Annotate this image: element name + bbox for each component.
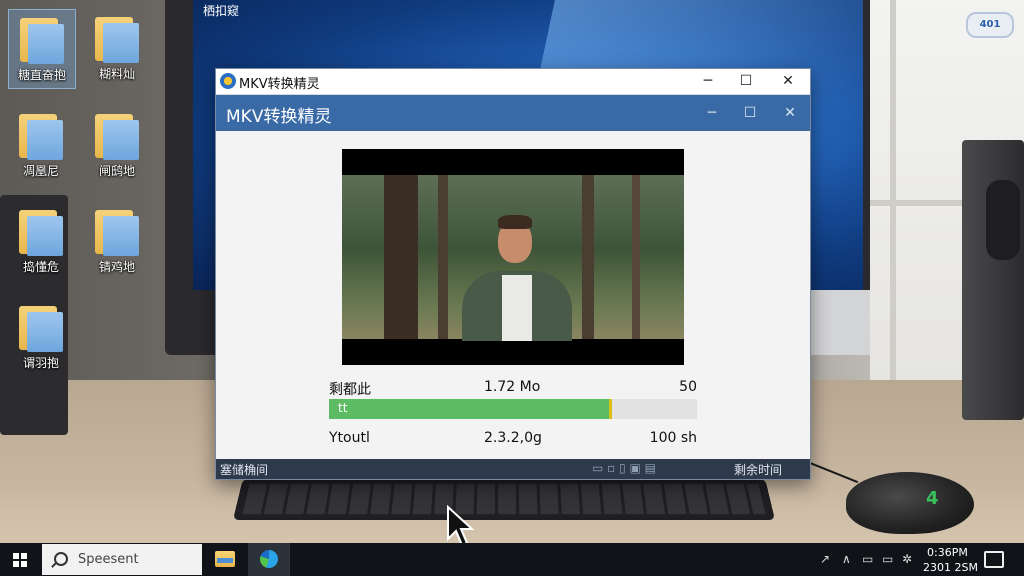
- search-placeholder: Speesent: [78, 552, 139, 567]
- clock-time[interactable]: 0:36PM: [927, 546, 968, 559]
- app-header-title: MKV转换精灵: [226, 107, 332, 127]
- progress-fill: [329, 399, 612, 419]
- pen-icon[interactable]: ↗: [820, 552, 830, 566]
- tray-badge[interactable]: 401: [966, 12, 1014, 38]
- battery-icon[interactable]: ▭: [882, 552, 893, 566]
- taskbar-edge[interactable]: [248, 543, 290, 576]
- folder-icon: [19, 206, 63, 256]
- status-bar: 塞储桷间 ▭ ▫ ▯ ▣ ▤ 剩余时间: [216, 459, 810, 479]
- remaining-time-label: 剩余时间: [733, 463, 782, 477]
- maximize-button[interactable]: ☐: [724, 69, 768, 94]
- window-title: MKV转换精灵: [239, 77, 320, 92]
- chevron-up-icon[interactable]: ∧: [842, 552, 851, 566]
- desktop-icon-label: 闸鸱地: [98, 164, 135, 178]
- gear-icon[interactable]: ✲: [902, 552, 912, 566]
- desktop-icon-label: 锖鸡地: [98, 260, 135, 274]
- output-label: Ytoutl: [329, 430, 370, 446]
- desktop-icon-6[interactable]: 锖鸡地: [84, 202, 150, 275]
- folder-icon: [19, 110, 63, 160]
- video-frame: [342, 175, 684, 341]
- app-window: MKV转换精灵 ─ ☐ ✕ MKV转换精灵 ─ ☐ ✕ 剩都此 1.72 Mo: [215, 68, 811, 480]
- desktop-icon-label: 捣懂危: [22, 260, 59, 274]
- time-value: 100 sh: [649, 430, 697, 446]
- app-header: MKV转换精灵 ─ ☐ ✕: [216, 95, 810, 131]
- keyboard: [232, 478, 776, 521]
- desktop-icon-label: 糖直奋抱: [17, 68, 66, 82]
- windows-logo-icon: [13, 553, 27, 567]
- conversion-progress-bar: tt: [329, 399, 697, 419]
- progress-label: tt: [338, 401, 348, 415]
- desktop-icon-label: 谓羽抱: [22, 356, 59, 370]
- taskbar: Speesent ↗ ∧ ▭ ▭ ✲ 0:36PM 2301 2SM: [0, 543, 1024, 576]
- notification-icon[interactable]: [984, 551, 1004, 568]
- taskbar-file-explorer[interactable]: [204, 543, 246, 576]
- speaker-cone: [986, 180, 1020, 260]
- size-value: 50: [679, 379, 697, 395]
- folder-icon: [20, 14, 64, 64]
- desktop-icon-4[interactable]: 闸鸱地: [84, 106, 150, 179]
- desktop-icon-label: 糊料灿: [98, 67, 135, 81]
- app-maximize-button[interactable]: ☐: [730, 95, 770, 131]
- clock-date[interactable]: 2301 2SM: [923, 561, 978, 574]
- mouse-logo-icon: 4: [926, 488, 939, 509]
- size-label: 剩都此: [329, 382, 371, 398]
- search-icon: [54, 552, 68, 566]
- desktop-icon-label: 凋凰尼: [22, 164, 59, 178]
- mouse: [846, 472, 974, 534]
- video-preview[interactable]: [342, 149, 684, 365]
- folder-icon: [95, 206, 139, 256]
- desktop-icon-2[interactable]: 糊料灿: [84, 9, 150, 82]
- desktop-icon-7[interactable]: 谓羽抱: [8, 298, 74, 371]
- app-minimize-button[interactable]: ─: [692, 95, 732, 131]
- speaker-right: [962, 140, 1024, 420]
- folder-icon: [95, 13, 139, 63]
- status-icons: ▭ ▫ ▯ ▣ ▤: [592, 461, 657, 475]
- taskbar-search[interactable]: Speesent: [42, 544, 202, 575]
- desktop-icon-5[interactable]: 捣懂危: [8, 202, 74, 275]
- screen-label: 栖扣窥: [203, 4, 240, 18]
- network-icon[interactable]: ▭: [862, 552, 873, 566]
- folder-icon: [19, 302, 63, 352]
- desktop-icon-1[interactable]: 糖直奋抱: [8, 9, 76, 89]
- app-close-button[interactable]: ✕: [770, 95, 810, 131]
- app-content: 剩都此 1.72 Mo 50 tt Ytoutl 2.3.2,0g 100 sh: [216, 131, 810, 459]
- close-button[interactable]: ✕: [766, 69, 810, 94]
- folder-icon: [95, 110, 139, 160]
- folder-icon: [215, 551, 235, 567]
- app-logo-icon: [220, 73, 236, 89]
- status-left-text: 塞储桷间: [220, 463, 269, 477]
- version-value: 2.3.2,0g: [484, 430, 542, 446]
- window-titlebar[interactable]: MKV转换精灵 ─ ☐ ✕: [216, 69, 810, 95]
- start-button[interactable]: [0, 543, 40, 576]
- desktop-icon-3[interactable]: 凋凰尼: [8, 106, 74, 179]
- file-size: 1.72 Mo: [484, 379, 541, 395]
- edge-browser-icon: [260, 550, 278, 568]
- keyboard-keys: [242, 484, 766, 515]
